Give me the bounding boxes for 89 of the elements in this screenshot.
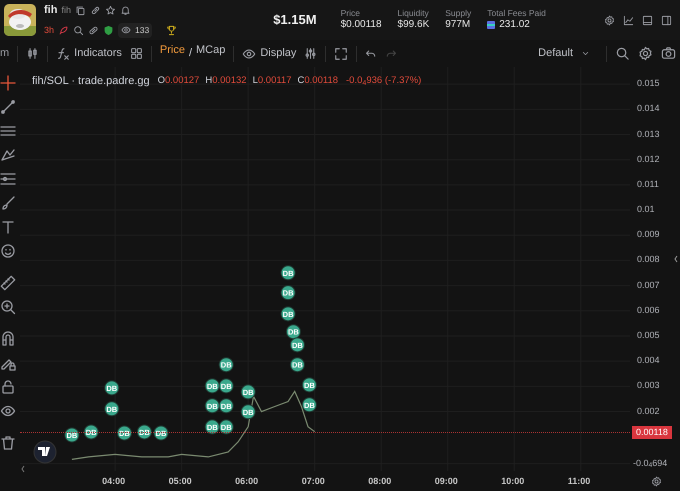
coin-icon [487, 20, 496, 29]
caret-icon [581, 49, 590, 58]
time-axis-label: 07:00 [302, 477, 325, 486]
stat-value: 977M [445, 18, 472, 31]
settings-sliders-icon[interactable] [304, 47, 318, 60]
price-axis-label: 0.011 [637, 180, 659, 189]
ruler-tool[interactable] [0, 275, 16, 291]
search-icon[interactable] [615, 46, 630, 61]
lock-tool[interactable] [0, 379, 16, 395]
price-change: -0.0$_{4}$936 (-7.37%) [346, 74, 422, 88]
chart-icon[interactable] [623, 14, 634, 26]
time-axis-label: 11:00 [568, 477, 590, 486]
time-axis-label: 04:00 [102, 477, 126, 486]
pitchfork-tool[interactable] [0, 147, 16, 163]
price-axis-label: 0.013 [637, 130, 660, 138]
time-axis-label: 09:00 [434, 477, 458, 486]
time-axis-label: 08:00 [368, 477, 392, 486]
stat-value: 231.02 [499, 18, 530, 31]
price-axis-label: 0.014 [637, 104, 660, 114]
chart-settings-icon[interactable] [651, 476, 662, 487]
zoom-in-tool[interactable] [0, 299, 16, 315]
expand-panel-icon[interactable] [674, 256, 678, 262]
stat-value: $0.00118 [340, 18, 382, 31]
interval-button[interactable]: m [0, 48, 10, 59]
last-price-badge: 0.00118 [632, 426, 672, 440]
feather-icon [58, 24, 70, 36]
price-mode-tab[interactable]: Price [160, 45, 185, 62]
price-axis-label: 0.01 [637, 205, 655, 214]
token-age: 3h [44, 24, 54, 36]
layout-dropdown[interactable]: Default [538, 48, 590, 59]
stat-label: Total Fees Paid [487, 9, 546, 19]
display-button[interactable]: Display [242, 46, 296, 60]
settings-icon[interactable] [604, 14, 615, 26]
symbol-title: fih/SOL · trade.padre.gg [32, 74, 150, 89]
stat-label: Price [340, 9, 361, 19]
price-axis-label: 0.002 [637, 406, 660, 416]
price-axis-label: 0.007 [637, 280, 660, 290]
price-axis-label: 0.005 [637, 330, 660, 340]
copy-button[interactable] [74, 5, 86, 16]
templates-icon[interactable] [130, 47, 143, 60]
logo-icon [34, 440, 56, 464]
camera-icon[interactable] [661, 46, 676, 61]
stat-label: Liquidity [398, 9, 430, 19]
eye-tool[interactable] [0, 403, 16, 419]
bell-button[interactable] [120, 5, 131, 16]
undo-icon[interactable] [365, 48, 378, 60]
settings-icon[interactable] [638, 46, 653, 61]
price-axis-label: 0.006 [637, 306, 660, 315]
trophy-icon [166, 24, 178, 36]
trash-tool[interactable] [0, 435, 16, 451]
text-tool-tool[interactable] [0, 219, 16, 235]
star-button[interactable] [104, 5, 116, 16]
link-button[interactable] [90, 5, 101, 16]
mode-separator: / [188, 46, 192, 62]
crosshair-tool[interactable] [0, 75, 16, 91]
magnet-tool[interactable] [0, 331, 16, 347]
search-icon[interactable] [73, 24, 84, 36]
collapse-icon[interactable] [21, 466, 24, 472]
brush-tool[interactable] [0, 195, 16, 211]
time-axis-label: 10:00 [501, 477, 524, 486]
token-ticker: fih [61, 4, 71, 17]
price-axis-label: -0.0$_{4}$694 [633, 458, 668, 468]
market-cap: $1.15M [273, 11, 317, 30]
stat-value: $99.6K [398, 18, 430, 31]
ohlc-values: O0.00127 H0.00132 L0.00117 C0.00118 [158, 74, 338, 88]
price-axis-label: 0.003 [637, 381, 660, 390]
side-panel-icon[interactable] [661, 14, 672, 26]
eye-icon [242, 46, 256, 60]
emoji-tool[interactable] [0, 243, 16, 259]
price-mode-tab[interactable]: MCap [196, 45, 226, 62]
stat-label: Supply [445, 9, 472, 19]
fullscreen-icon[interactable] [334, 46, 348, 60]
time-axis-label: 05:00 [168, 477, 192, 486]
price-axis-label: 0.009 [637, 230, 660, 240]
indicators-button[interactable]: Indicators [56, 46, 122, 60]
candles-icon[interactable] [26, 47, 40, 60]
watchers-badge: 133 [118, 22, 152, 38]
time-axis-label: 06:00 [235, 477, 258, 486]
price-axis-label: 0.015 [637, 79, 660, 88]
function-icon [56, 46, 70, 60]
trend-line-tool[interactable] [0, 99, 16, 115]
token-name: fih [44, 3, 58, 18]
price-axis-label: 0.012 [637, 154, 660, 164]
price-axis-label: 0.004 [637, 356, 660, 366]
fib-tool[interactable] [0, 171, 16, 187]
price-axis-label: 0.008 [637, 255, 660, 264]
shield-icon [103, 24, 114, 36]
pill-icon[interactable] [88, 24, 100, 36]
bottom-panel-icon[interactable] [642, 14, 653, 26]
